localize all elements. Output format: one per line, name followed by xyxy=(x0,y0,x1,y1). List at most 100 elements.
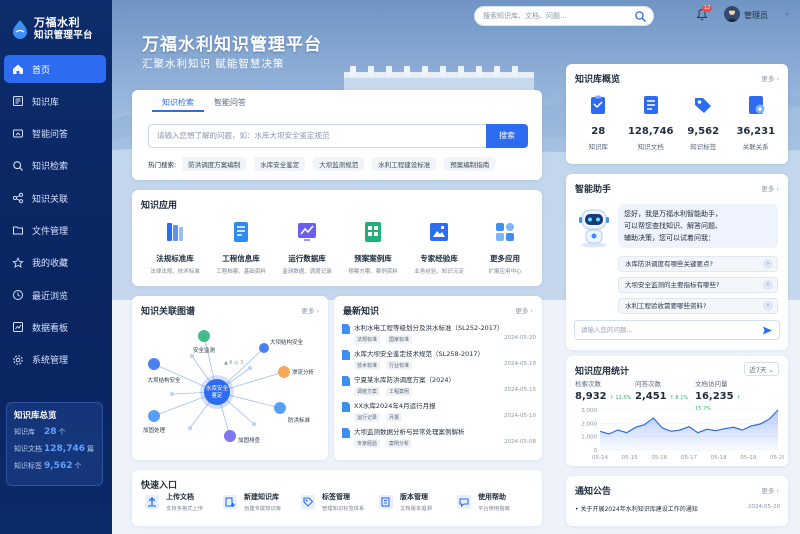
news-more-link[interactable]: 更多 › xyxy=(515,305,533,315)
chart-y-tick: 1,000 xyxy=(581,435,597,441)
nav-item-qa[interactable]: 智能问答 xyxy=(4,120,106,148)
kb-row-unit: 篇 xyxy=(87,445,94,453)
overview-stat[interactable]: 128,746 知识文档 xyxy=(625,94,678,151)
notice-item[interactable]: • 关于开展2024年水利知识库建设工作的通知 2024-05-20 xyxy=(575,504,780,513)
nav-item-files[interactable]: 文件管理 xyxy=(4,216,106,244)
period-select[interactable]: 近7天 ⌄ xyxy=(744,362,779,376)
list-item[interactable]: 大坝监测数据分析与异常处理案例解析 专家经验 案例分析 2024-05-08 xyxy=(342,426,536,452)
user-name[interactable]: 管理员 xyxy=(744,10,768,21)
app-desc: 预案方案、案例资料 xyxy=(348,269,398,275)
graph-mini-legend: ▲ 6 ◎ 3 xyxy=(224,360,243,366)
tab-knowledge-search[interactable]: 知识检索 xyxy=(152,94,204,112)
more-label: 更多 xyxy=(761,75,775,83)
quick-upload[interactable]: 上传文档 支持多格式上传 xyxy=(144,492,222,512)
app-more[interactable]: 更多应用 扩展应用中心 xyxy=(472,220,538,275)
brand-name: 万福水利 xyxy=(34,16,80,30)
assistant-more-link[interactable]: 更多 › xyxy=(761,183,779,193)
quick-title: 快速入口 xyxy=(141,481,178,491)
search-button[interactable]: 搜索 xyxy=(486,124,528,148)
folder-icon xyxy=(13,226,23,235)
nav-item-recent[interactable]: 最近浏览 xyxy=(4,281,106,309)
apps-title: 知识应用 xyxy=(141,201,178,211)
usage-area-chart[interactable]: 3,000 2,000 1,000 005-14 05-15 05-16 05-17 05-1… xyxy=(570,406,784,464)
overview-stat[interactable]: 36,231 关联关系 xyxy=(730,94,783,151)
app-name: 预案案例库 xyxy=(354,254,392,263)
overview-more-link[interactable]: 更多 › xyxy=(761,73,779,83)
chat-icon xyxy=(13,129,23,138)
robot-assistant-icon xyxy=(579,209,609,248)
chart-x-tick: 05-20 xyxy=(770,455,784,461)
app-operations[interactable]: 运行数据库 监测数据、调度记录 xyxy=(274,220,340,275)
search-input[interactable]: 请输入您想了解的问题，如：水库大坝安全鉴定规范 xyxy=(148,124,488,148)
overview-stat[interactable]: 28 知识库 xyxy=(572,94,625,151)
clipboard-icon xyxy=(591,95,606,114)
app-name: 工程信息库 xyxy=(222,254,260,263)
news-item-title: XX水库2024年4月运行月报 xyxy=(354,402,436,410)
nav-item-dashboard[interactable]: 数据看板 xyxy=(4,313,106,341)
hot-tag[interactable]: 防洪调度方案编制 xyxy=(182,157,247,171)
suggested-question[interactable]: 水利工程验收需要哪些资料? › xyxy=(618,298,778,314)
document-icon xyxy=(342,428,350,438)
list-item[interactable]: 水库大坝安全鉴定技术规范（SL258-2017） 技术标准 行业标准 2024-0… xyxy=(342,348,536,374)
kb-row-label: 知识文档 xyxy=(14,445,42,453)
stat-delta: ↑ 8.1% xyxy=(669,395,689,401)
nav-item-home[interactable]: 首页 xyxy=(4,55,106,83)
overview-stat[interactable]: 9,562 知识标签 xyxy=(677,94,730,151)
nav-item-knowledge-base[interactable]: 知识库 xyxy=(4,87,106,115)
brand-logo[interactable]: 万福水利 知识管理平台 xyxy=(0,0,112,48)
chart-x-tick: 05-15 xyxy=(622,455,638,461)
notice-more-link[interactable]: 更多 › xyxy=(761,485,779,495)
overview-value: 28 xyxy=(591,126,606,137)
assistant-input[interactable]: 请输入您的问题... xyxy=(574,320,780,340)
kb-row-value: 9,562 xyxy=(44,461,73,471)
stat-delta: ↑ 12.5% xyxy=(609,395,632,401)
dashboard-icon xyxy=(13,322,23,333)
suggested-question[interactable]: 大坝安全监测的主要指标有哪些? › xyxy=(618,277,778,293)
hot-tag[interactable]: 水库安全鉴定 xyxy=(254,157,306,171)
quick-versions[interactable]: 版本管理 文档版本追溯 xyxy=(378,492,456,512)
news-tag: 专家经验 xyxy=(354,439,381,448)
suggested-question[interactable]: 水库防洪调度有哪些关键要点? › xyxy=(618,256,778,272)
app-regulations[interactable]: 法规标准库 法律法规、技术标准 xyxy=(142,220,208,275)
news-tag: 技术标准 xyxy=(354,361,381,370)
nav-item-relation[interactable]: 知识关联 xyxy=(4,184,106,212)
quick-new-kb[interactable]: 新建知识库 创建专属知识库 xyxy=(222,492,300,512)
chevron-right-icon: › xyxy=(763,301,773,311)
app-engineering[interactable]: 工程信息库 工程档案、基础资料 xyxy=(208,220,274,275)
news-tag: 调度方案 xyxy=(354,387,381,396)
nav-item-search[interactable]: 知识检索 xyxy=(4,152,106,180)
quick-name: 使用帮助 xyxy=(478,493,506,501)
global-search-input[interactable]: 搜索知识库、文档、问题... xyxy=(474,6,654,26)
kb-summary-row: 知识标签 9,562 个 xyxy=(14,461,95,478)
app-desc: 监测数据、调度记录 xyxy=(282,269,332,275)
nav-item-settings[interactable]: 系统管理 xyxy=(4,346,106,374)
stats-title: 知识应用统计 xyxy=(575,367,630,377)
app-name: 法规标准库 xyxy=(156,254,194,263)
avatar[interactable] xyxy=(724,6,740,22)
chart-x-tick: 05-18 xyxy=(711,455,727,461)
search-icon[interactable] xyxy=(634,10,647,23)
stat-value: 8,932 xyxy=(575,391,607,402)
quick-help[interactable]: 使用帮助 平台使用指南 xyxy=(456,492,534,512)
chevron-down-icon[interactable]: ⌄ xyxy=(784,9,790,17)
tab-smart-qa[interactable]: 智能问答 xyxy=(204,94,256,112)
app-experts[interactable]: 专家经验库 业务经验、知识沉淀 xyxy=(406,220,472,275)
list-item[interactable]: XX水库2024年4月运行月报 运行记录 月报 2024-05-10 xyxy=(342,400,536,426)
apps-grid: 法规标准库 法律法规、技术标准 工程信息库 工程档案、基础资料 运行数据库 监测… xyxy=(142,220,538,275)
list-item[interactable]: 水利水电工程等级划分及洪水标准（SL252-2017） 法规标准 国家标准 202… xyxy=(342,322,536,348)
hot-tag[interactable]: 大坝监测规范 xyxy=(313,157,365,171)
overview-value: 36,231 xyxy=(736,126,776,137)
send-icon[interactable] xyxy=(762,325,773,336)
knowledge-graph[interactable]: 水库安全 鉴定 安全监测 大坝结构安全 渗流分析 防洪标准 加固排查 加固处理 … xyxy=(132,296,328,460)
nav-item-favorites[interactable]: 我的收藏 xyxy=(4,249,106,277)
hot-tag[interactable]: 预案编制指南 xyxy=(444,157,496,171)
smart-assistant-panel: 智能助手 更多 › 您好，我是万福水利智能助手， 可以帮您查找知识、解答问题、 … xyxy=(566,174,788,350)
quick-tags[interactable]: 标签管理 管理知识标签体系 xyxy=(300,492,378,512)
more-label: 更多 xyxy=(761,487,775,495)
overview-label: 知识文档 xyxy=(637,143,664,151)
hot-tag[interactable]: 水利工程建设标准 xyxy=(372,157,437,171)
question-text: 水库防洪调度有哪些关键要点? xyxy=(625,260,713,268)
list-item[interactable]: 宁夏某水库防洪调度方案（2024） 调度方案 工程案例 2024-05-15 xyxy=(342,374,536,400)
app-cases[interactable]: 预案案例库 预案方案、案例资料 xyxy=(340,220,406,275)
database-chart-icon xyxy=(298,223,316,241)
